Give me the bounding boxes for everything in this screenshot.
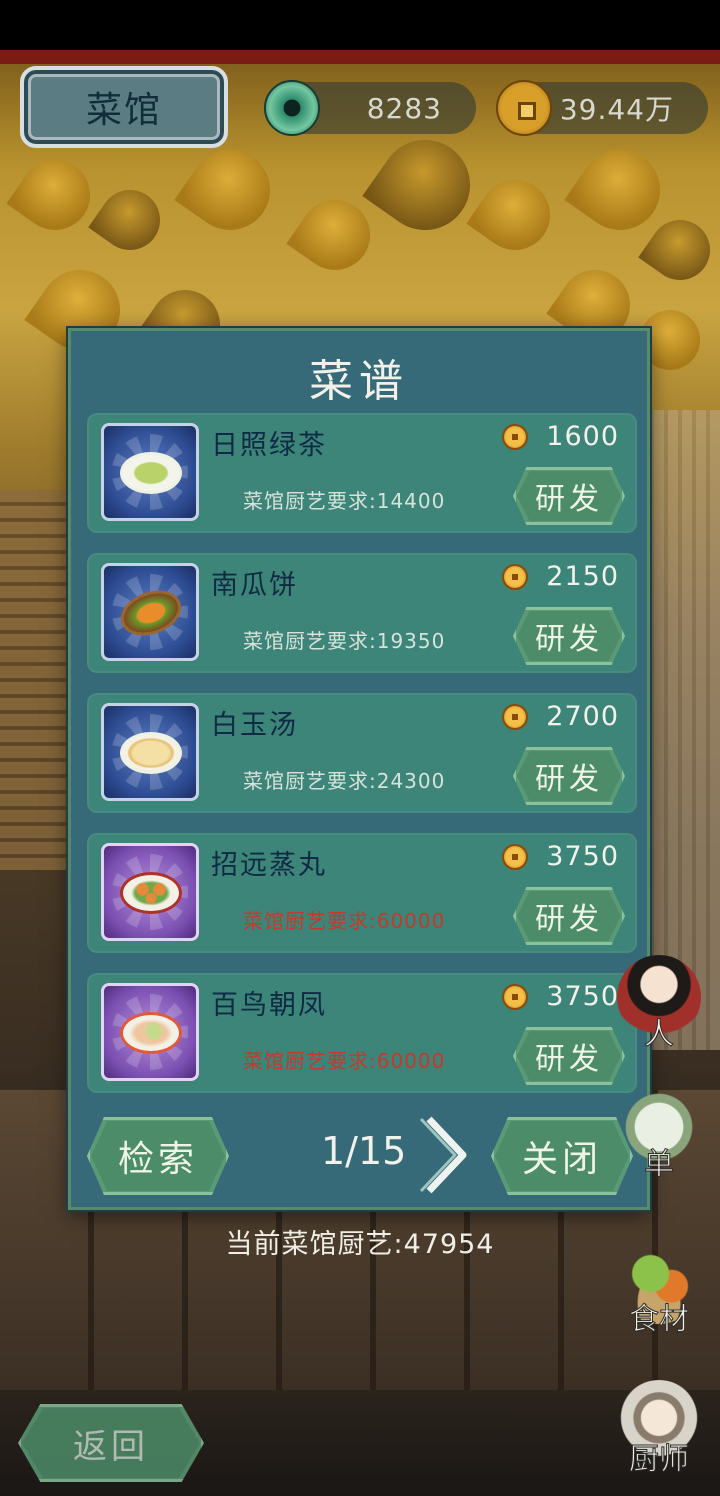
steamed-meatball-dish-icon [120,872,182,914]
recipe-requirement-unmet: 菜馆厨艺要求:60000 [243,909,446,933]
coin-icon [502,983,529,1010]
recipe-thumbnail[interactable] [101,703,199,801]
recipe-thumbnail[interactable] [101,983,199,1081]
recipe-name: 招远蒸丸 [211,850,327,881]
side-menu-label: 厨师 [629,1442,690,1478]
recipe-row: 招远蒸丸 3750 菜馆厨艺要求:60000 研发 [87,833,637,953]
side-menu-staff[interactable]: 人 [604,955,714,1053]
side-menu-label: 单 [644,1147,675,1183]
recipe-cost: 1600 [502,421,619,452]
side-menu-dishes[interactable]: 单 [604,1085,714,1183]
coin-icon [502,423,529,450]
back-button[interactable]: 返回 [18,1404,204,1482]
copper-currency[interactable]: 39.44万 [496,80,708,136]
recipe-requirement-unmet: 菜馆厨艺要求:60000 [243,1049,446,1073]
recipe-cost: 2700 [502,701,619,732]
recipe-cost: 3750 [502,841,619,872]
recipe-requirement: 菜馆厨艺要求:19350 [243,629,446,653]
recipe-name: 百鸟朝凤 [211,990,327,1021]
recipe-cost: 2150 [502,561,619,592]
recipe-name: 日照绿茶 [211,430,327,461]
recipe-thumbnail[interactable] [101,843,199,941]
research-button-label: 研发 [535,1042,603,1077]
recipe-name: 南瓜饼 [211,570,298,601]
recipe-row: 百鸟朝凤 3750 菜馆厨艺要求:60000 研发 [87,973,637,1093]
research-button[interactable]: 研发 [513,467,625,525]
research-button[interactable]: 研发 [513,747,625,805]
location-title-plate: 菜馆 [20,66,228,148]
search-button-label: 检索 [117,1139,198,1180]
coin-icon [502,843,529,870]
research-button-label: 研发 [535,622,603,657]
recipe-cost-value: 3750 [546,841,619,872]
recipe-name: 白玉汤 [211,710,298,741]
coin-amount: 39.44万 [559,93,674,126]
recipe-requirement: 菜馆厨艺要求:24300 [243,769,446,793]
recipe-row: 日照绿茶 1600 菜馆厨艺要求:14400 研发 [87,413,637,533]
coin-icon [502,703,529,730]
side-menu-label: 人 [644,1017,675,1053]
jade-coin-icon [264,80,320,136]
panel-title: 菜谱 [309,356,409,407]
recipe-requirement: 菜馆厨艺要求:14400 [243,489,446,513]
recipe-cost-value: 1600 [546,421,619,452]
coin-icon [502,563,529,590]
top-red-border [0,50,720,64]
copper-coin-icon [496,80,552,136]
side-menu-ingredients[interactable]: 食材 [604,1240,714,1338]
recipe-thumbnail[interactable] [101,563,199,661]
recipe-cost-value: 2150 [546,561,619,592]
recipe-row: 南瓜饼 2150 菜馆厨艺要求:19350 研发 [87,553,637,673]
research-button-label: 研发 [535,902,603,937]
research-button-label: 研发 [535,482,603,517]
location-title: 菜馆 [85,90,162,131]
tea-dish-icon [120,452,182,494]
jade-currency[interactable]: 8283 [264,80,476,136]
research-button[interactable]: 研发 [513,887,625,945]
search-button[interactable]: 检索 [87,1117,229,1195]
side-menu-label: 食材 [629,1302,690,1338]
research-button[interactable]: 研发 [513,607,625,665]
recipe-thumbnail[interactable] [101,423,199,521]
jade-amount: 8283 [366,91,442,125]
next-page-arrow-icon[interactable] [419,1113,475,1197]
recipe-cost: 3750 [502,981,619,1012]
soup-dish-icon [120,732,182,774]
phoenix-dish-icon [120,1012,182,1054]
research-button-label: 研发 [535,762,603,797]
recipe-cost-value: 2700 [546,701,619,732]
page-indicator: 1/15 [321,1129,407,1173]
close-button-label: 关闭 [521,1139,602,1180]
recipe-row: 白玉汤 2700 菜馆厨艺要求:24300 研发 [87,693,637,813]
recipe-panel: 菜谱 日照绿茶 1600 菜馆厨艺要求:14400 研发 南瓜饼 2150 菜馆… [68,328,650,1210]
side-menu-chef[interactable]: 厨师 [604,1380,714,1478]
back-button-label: 返回 [73,1426,149,1467]
